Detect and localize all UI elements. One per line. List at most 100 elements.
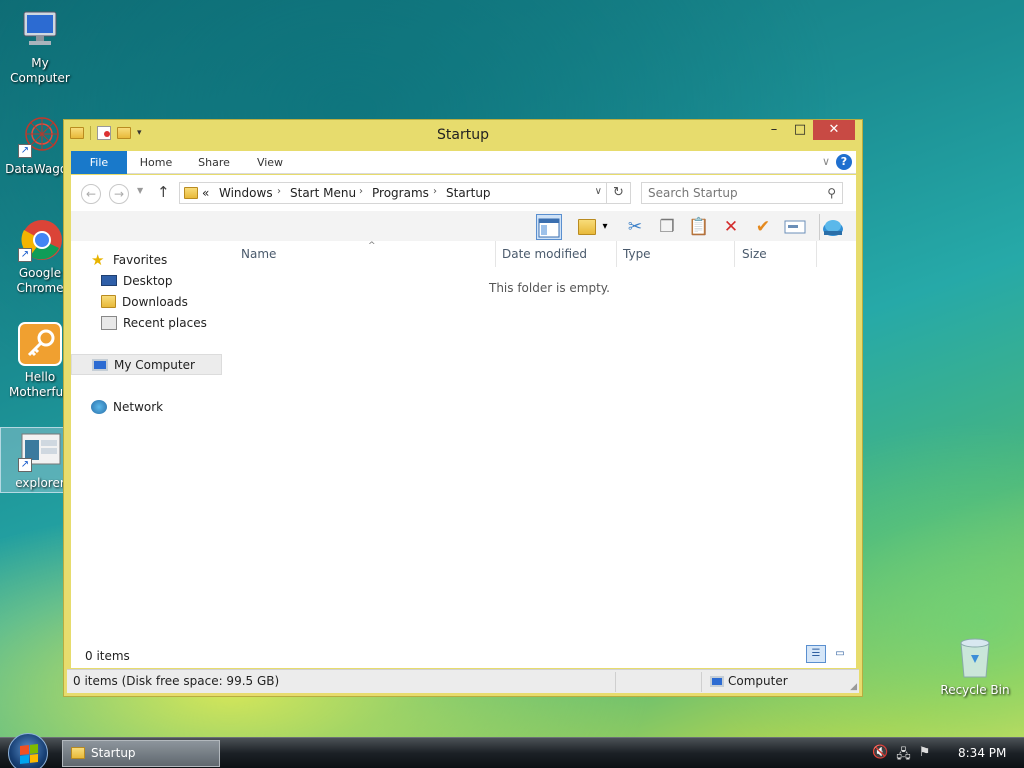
column-separator[interactable] <box>734 241 735 267</box>
command-toolbar: ▾ ✂ ❐ 📋 ✕ ✔ <box>71 211 856 241</box>
close-button[interactable]: ✕ <box>813 120 855 140</box>
warning-icon[interactable]: ⚑ <box>919 745 931 767</box>
expand-ribbon-icon[interactable]: ∨ <box>822 155 830 168</box>
details-view-button[interactable]: ☰ <box>806 645 826 663</box>
folder-options-button[interactable] <box>574 214 600 240</box>
nav-item-label: My Computer <box>114 358 195 372</box>
desktop-icon-recycle-bin[interactable]: Recycle Bin <box>935 635 1015 698</box>
help-icon[interactable]: ? <box>836 154 852 170</box>
column-header-size[interactable]: Size <box>742 247 767 261</box>
minimize-button[interactable]: – <box>761 120 787 140</box>
navigation-pane: ★ Favorites Desktop Downloads Recent plac… <box>71 241 231 638</box>
address-row: ← → ▼ ↑ « Windows › Start Menu › Program… <box>71 175 856 211</box>
up-button[interactable]: ↑ <box>157 183 170 201</box>
desktop-icon-label: Recycle Bin <box>940 683 1010 697</box>
recent-locations-icon[interactable]: ▼ <box>137 186 143 195</box>
address-bar[interactable]: « Windows › Start Menu › Programs › Star… <box>179 182 631 204</box>
network-globe-button[interactable] <box>819 214 845 240</box>
clock[interactable]: 8:34 PM <box>958 746 1006 760</box>
breadcrumb-overflow[interactable]: « <box>202 186 209 200</box>
shortcut-arrow-icon: ↗ <box>18 248 32 262</box>
column-separator[interactable] <box>616 241 617 267</box>
column-header-name[interactable]: Name <box>241 247 276 261</box>
taskbar: Startup 🔇 🖧 ⚑ 8:34 PM <box>0 733 1024 768</box>
rename-button[interactable] <box>782 214 808 240</box>
content-area: ★ Favorites Desktop Downloads Recent plac… <box>71 241 856 638</box>
computer-icon <box>92 358 108 371</box>
desktop-icon-label: Hello Motherfuck <box>9 370 77 399</box>
breadcrumb-start-menu[interactable]: Start Menu <box>290 186 356 200</box>
status-divider <box>615 672 616 692</box>
search-icon[interactable]: ⚲ <box>827 186 836 200</box>
empty-folder-message: This folder is empty. <box>489 281 610 295</box>
nav-item-desktop[interactable]: Desktop <box>101 271 173 292</box>
large-icons-view-button[interactable]: ▭ <box>830 645 850 663</box>
copy-icon[interactable]: ❐ <box>654 214 680 240</box>
checkmark-icon[interactable]: ✔ <box>750 214 776 240</box>
nav-item-recent-places[interactable]: Recent places <box>101 313 207 334</box>
chevron-down-icon[interactable]: ∨ <box>595 186 602 197</box>
tab-home[interactable]: Home <box>131 151 181 174</box>
disk-free-space-status: 0 items (Disk free space: 99.5 GB) <box>73 674 280 688</box>
ribbon-tabs: File Home Share View ∨ ? <box>71 151 856 174</box>
preview-pane-icon <box>538 218 560 238</box>
desktop-icon <box>101 275 117 286</box>
folder-icon <box>184 187 198 199</box>
explorer-window[interactable]: ▾ Startup – □ ✕ File Home Share View ∨ ?… <box>63 119 863 697</box>
volume-muted-icon[interactable]: 🔇 <box>872 745 888 767</box>
recycle-bin-icon <box>953 635 997 679</box>
nav-item-label: Recent places <box>123 316 207 330</box>
desktop-icon-my-computer[interactable]: My Computer <box>0 8 80 86</box>
item-count: 0 items <box>85 649 130 663</box>
breadcrumb-separator-icon[interactable]: › <box>359 186 363 197</box>
delete-icon[interactable]: ✕ <box>718 214 744 240</box>
column-separator[interactable] <box>495 241 496 267</box>
paste-icon[interactable]: 📋 <box>686 214 712 240</box>
preview-pane-button[interactable] <box>536 214 562 240</box>
forward-button[interactable]: → <box>109 184 129 204</box>
network-status-icon[interactable]: 🖧 <box>896 745 911 767</box>
tab-file[interactable]: File <box>71 151 127 174</box>
resize-grip-icon[interactable]: ◢ <box>850 682 857 692</box>
start-button[interactable] <box>8 733 48 768</box>
tab-share[interactable]: Share <box>189 151 239 174</box>
refresh-button[interactable]: ↻ <box>606 182 630 204</box>
nav-item-label: Network <box>113 400 164 414</box>
key-icon <box>18 322 62 366</box>
taskbar-button-startup[interactable]: Startup <box>62 740 220 767</box>
breadcrumb-separator-icon[interactable]: › <box>433 186 437 197</box>
cut-icon[interactable]: ✂ <box>622 214 648 240</box>
nav-item-favorites[interactable]: ★ Favorites <box>91 250 167 271</box>
column-header-date-modified[interactable]: Date modified <box>502 247 587 261</box>
folder-options-dropdown-icon[interactable]: ▾ <box>598 214 612 240</box>
maximize-button[interactable]: □ <box>787 120 813 140</box>
breadcrumb-windows[interactable]: Windows <box>219 186 273 200</box>
nav-item-my-computer[interactable]: My Computer <box>71 354 222 375</box>
breadcrumb-startup[interactable]: Startup <box>446 186 491 200</box>
column-header-type[interactable]: Type <box>623 247 651 261</box>
datawagon-icon: ↗ <box>18 114 62 158</box>
title-bar[interactable]: ▾ Startup – □ ✕ <box>64 120 862 150</box>
column-separator[interactable] <box>816 241 817 267</box>
nav-item-downloads[interactable]: Downloads <box>101 292 188 313</box>
desktop-icon-label: Google Chrome <box>16 266 64 295</box>
breadcrumb-programs[interactable]: Programs <box>372 186 429 200</box>
explorer-icon: ↗ <box>18 428 62 472</box>
system-tray: 🔇 🖧 ⚑ <box>872 745 930 767</box>
tab-view[interactable]: View <box>245 151 295 174</box>
search-input[interactable] <box>648 186 816 200</box>
network-icon <box>91 399 107 414</box>
back-button[interactable]: ← <box>81 184 101 204</box>
desktop-icon-label: My Computer <box>10 56 70 85</box>
folder-options-icon <box>578 219 596 235</box>
shortcut-arrow-icon: ↗ <box>18 458 32 472</box>
windows-logo-icon <box>20 744 38 764</box>
search-box[interactable]: ⚲ <box>641 182 843 204</box>
details-view-icon: ☰ <box>811 648 821 659</box>
window-title: Startup <box>437 127 489 143</box>
location-status: Computer <box>710 674 788 688</box>
folder-icon <box>71 747 85 759</box>
nav-item-network[interactable]: Network <box>91 397 163 418</box>
globe-icon <box>822 220 843 236</box>
breadcrumb-separator-icon[interactable]: › <box>277 186 281 197</box>
